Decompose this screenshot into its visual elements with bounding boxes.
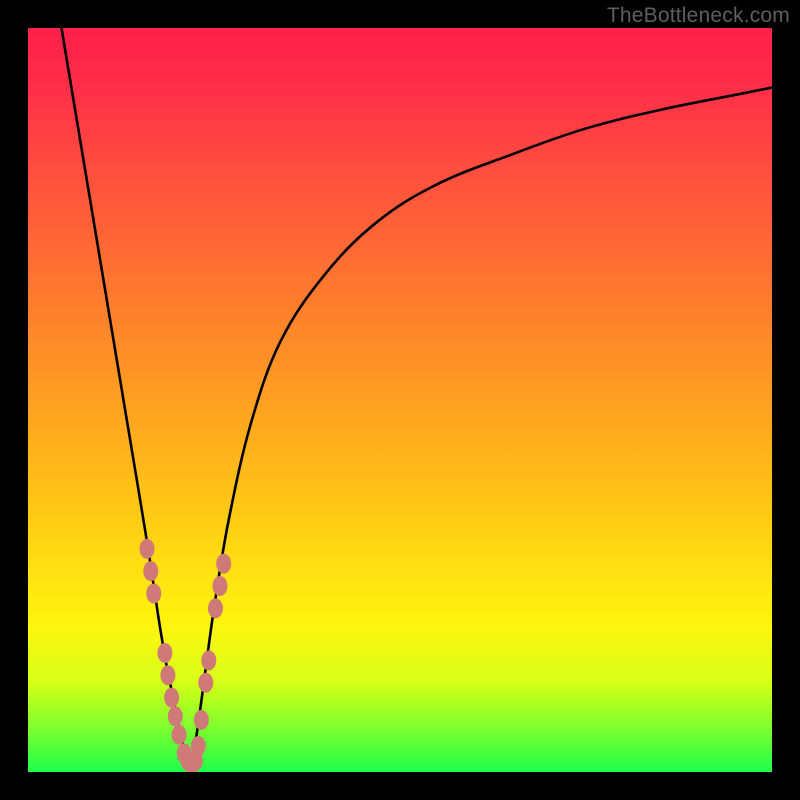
chart-svg bbox=[28, 28, 772, 772]
curve-bottleneck-right bbox=[189, 88, 772, 769]
data-marker bbox=[146, 583, 161, 603]
data-marker bbox=[172, 725, 187, 745]
data-marker bbox=[201, 650, 216, 670]
plot-area bbox=[28, 28, 772, 772]
data-marker bbox=[191, 736, 206, 756]
data-marker bbox=[212, 576, 227, 596]
markers-group bbox=[140, 539, 232, 772]
data-marker bbox=[208, 598, 223, 618]
data-marker bbox=[143, 561, 158, 581]
data-marker bbox=[194, 710, 209, 730]
watermark-text: TheBottleneck.com bbox=[607, 4, 790, 28]
data-marker bbox=[168, 706, 183, 726]
data-marker bbox=[164, 688, 179, 708]
data-marker bbox=[216, 554, 231, 574]
data-marker bbox=[140, 539, 155, 559]
data-marker bbox=[160, 665, 175, 685]
data-marker bbox=[157, 643, 172, 663]
data-marker bbox=[198, 673, 213, 693]
chart-container: TheBottleneck.com bbox=[0, 0, 800, 800]
